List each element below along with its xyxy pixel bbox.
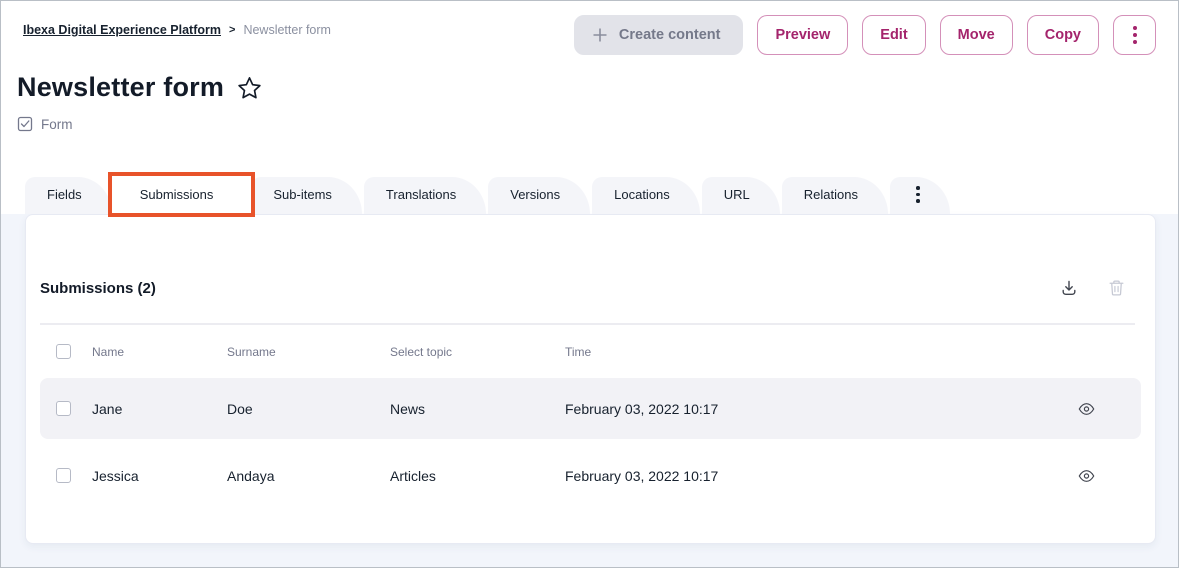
column-header-topic: Select topic xyxy=(390,345,565,359)
move-button[interactable]: Move xyxy=(940,15,1013,55)
row-checkbox[interactable] xyxy=(56,401,71,416)
app-window: Ibexa Digital Experience Platform > News… xyxy=(0,0,1179,568)
page-title: Newsletter form xyxy=(17,72,224,103)
create-content-label: Create content xyxy=(619,27,721,43)
eye-icon xyxy=(1078,469,1095,483)
content-type-label: Form xyxy=(41,117,73,132)
tab-locations[interactable]: Locations xyxy=(592,177,700,214)
breadcrumb: Ibexa Digital Experience Platform > News… xyxy=(23,23,331,37)
download-icon xyxy=(1060,279,1078,297)
tab-submissions[interactable]: Submissions xyxy=(114,177,250,214)
column-header-name: Name xyxy=(92,345,227,359)
table-header-row: Name Surname Select topic Time xyxy=(40,325,1141,378)
cell-time: February 03, 2022 10:17 xyxy=(565,401,1031,417)
column-header-time: Time xyxy=(565,345,1031,359)
page-header: Ibexa Digital Experience Platform > News… xyxy=(1,1,1178,132)
more-actions-button[interactable] xyxy=(1113,15,1156,55)
plus-icon xyxy=(591,26,609,44)
tab-relations[interactable]: Relations xyxy=(782,177,888,214)
cell-surname: Andaya xyxy=(227,468,390,484)
panel-title: Submissions (2) xyxy=(40,280,156,297)
table-row: Jessica Andaya Articles February 03, 202… xyxy=(40,445,1141,506)
tab-translations[interactable]: Translations xyxy=(364,177,486,214)
delete-button[interactable] xyxy=(1108,279,1125,297)
row-checkbox[interactable] xyxy=(56,468,71,483)
submissions-panel: Submissions (2) Na xyxy=(25,214,1156,544)
view-submission-button[interactable] xyxy=(1078,469,1095,483)
cell-name: Jessica xyxy=(92,468,227,484)
more-tabs-icon xyxy=(916,186,920,203)
content-type-row: Form xyxy=(17,116,1156,132)
cell-name: Jane xyxy=(92,401,227,417)
tab-submissions-label: Submissions xyxy=(140,187,214,202)
view-submission-button[interactable] xyxy=(1078,402,1095,416)
preview-button[interactable]: Preview xyxy=(757,15,848,55)
eye-icon xyxy=(1078,402,1095,416)
copy-button[interactable]: Copy xyxy=(1027,15,1099,55)
kebab-icon xyxy=(1133,26,1137,44)
tab-more-button[interactable] xyxy=(890,177,950,214)
breadcrumb-separator: > xyxy=(229,24,235,36)
create-content-button[interactable]: Create content xyxy=(574,15,744,55)
cell-surname: Doe xyxy=(227,401,390,417)
action-toolbar: Create content Preview Edit Move Copy xyxy=(574,15,1156,55)
tab-bar: Fields Submissions Sub-items Translation… xyxy=(25,177,952,214)
breadcrumb-root-link[interactable]: Ibexa Digital Experience Platform xyxy=(23,23,221,37)
tab-sub-items[interactable]: Sub-items xyxy=(251,177,362,214)
table-row: Jane Doe News February 03, 2022 10:17 xyxy=(40,378,1141,439)
cell-time: February 03, 2022 10:17 xyxy=(565,468,1031,484)
column-header-surname: Surname xyxy=(227,345,390,359)
tab-url[interactable]: URL xyxy=(702,177,780,214)
submissions-table: Name Surname Select topic Time Jane Doe … xyxy=(26,325,1155,506)
tab-versions[interactable]: Versions xyxy=(488,177,590,214)
form-checkbox-icon xyxy=(17,116,33,132)
star-bookmark-icon[interactable] xyxy=(236,75,263,102)
download-button[interactable] xyxy=(1060,279,1078,297)
tab-fields[interactable]: Fields xyxy=(25,177,112,214)
cell-topic: News xyxy=(390,401,565,417)
cell-topic: Articles xyxy=(390,468,565,484)
select-all-checkbox[interactable] xyxy=(56,344,71,359)
breadcrumb-current: Newsletter form xyxy=(243,23,331,37)
edit-button[interactable]: Edit xyxy=(862,15,925,55)
trash-icon xyxy=(1108,279,1125,297)
